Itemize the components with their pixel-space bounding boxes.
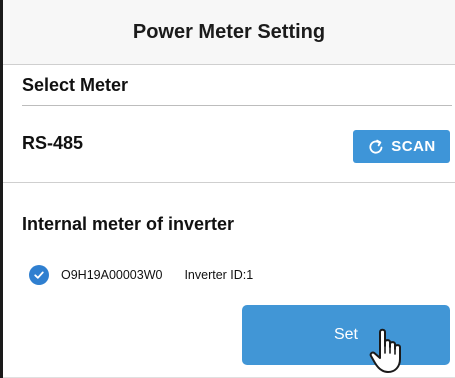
select-meter-heading: Select Meter [22, 75, 129, 95]
meter-serial: O9H19A00003W0 [61, 268, 163, 282]
page-header: Power Meter Setting [3, 0, 455, 65]
power-meter-setting-screen: Power Meter Setting Select Meter RS-485 … [0, 0, 455, 378]
divider [22, 105, 452, 106]
check-circle-icon[interactable] [29, 265, 49, 285]
set-button-label: Set [333, 326, 358, 343]
set-button[interactable]: Set [242, 305, 450, 365]
refresh-icon [367, 138, 385, 156]
meter-list-item[interactable]: O9H19A00003W0 Inverter ID:1 [29, 264, 253, 286]
scan-button-label: SCAN [391, 138, 436, 155]
inverter-id: Inverter ID:1 [184, 268, 254, 282]
hand-pointer-icon [367, 324, 407, 376]
rs485-label: RS-485 [22, 133, 84, 153]
scan-button[interactable]: SCAN [353, 130, 450, 163]
section-divider [3, 182, 455, 183]
page-title: Power Meter Setting [132, 20, 326, 43]
internal-meter-heading: Internal meter of inverter [22, 214, 235, 234]
